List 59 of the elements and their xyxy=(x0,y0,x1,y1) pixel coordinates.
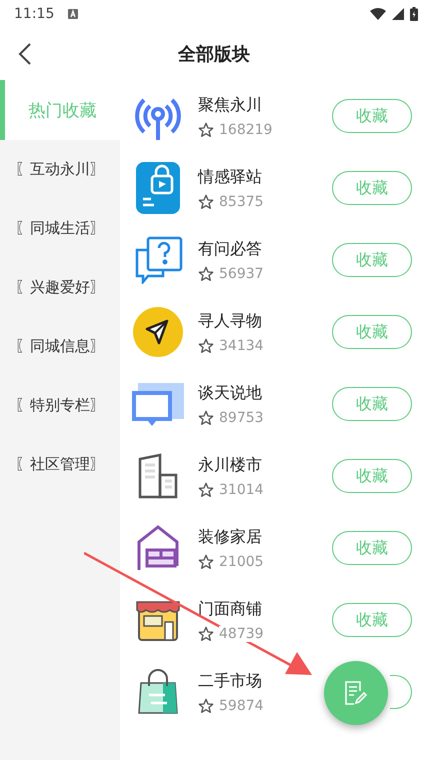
star-icon xyxy=(198,482,214,498)
favorite-button[interactable]: 收藏 xyxy=(332,603,412,637)
sidebar-tab[interactable]: 〖兴趣爱好〗 xyxy=(0,258,120,317)
board-name: 装修家居 xyxy=(198,526,263,548)
favorite-button[interactable]: 收藏 xyxy=(332,171,412,205)
building-icon xyxy=(138,453,178,499)
wifi-icon xyxy=(370,8,386,20)
board-name: 聚焦永川 xyxy=(198,94,263,116)
notification-icon xyxy=(68,9,78,19)
back-icon[interactable] xyxy=(18,42,32,66)
battery-icon xyxy=(410,7,418,21)
favorite-button[interactable]: 收藏 xyxy=(332,243,412,277)
favorite-count: 21005 xyxy=(219,554,264,570)
board-name: 永川楼市 xyxy=(198,454,263,476)
favorite-count: 31014 xyxy=(219,482,264,498)
board-name: 有问必答 xyxy=(198,238,263,260)
sidebar-tab[interactable]: 〖社区管理〗 xyxy=(0,435,120,494)
board-name: 谈天说地 xyxy=(198,382,263,404)
chat-windows-icon xyxy=(132,381,184,427)
sidebar-tab[interactable]: 〖同城生活〗 xyxy=(0,199,120,258)
paper-plane-icon xyxy=(133,307,183,357)
sidebar-tab[interactable]: 〖特别专栏〗 xyxy=(0,376,120,435)
favorite-count: 48739 xyxy=(219,626,264,642)
edit-note-icon xyxy=(344,680,368,706)
favorite-count: 89753 xyxy=(219,410,264,426)
board-name: 寻人寻物 xyxy=(198,310,263,332)
shopping-bag-icon xyxy=(137,669,179,715)
sidebar-tab[interactable]: 热门收藏 xyxy=(0,80,120,140)
star-icon xyxy=(198,554,214,570)
signal-icon xyxy=(392,8,404,20)
question-bubbles-icon xyxy=(133,236,183,284)
star-icon xyxy=(198,266,214,282)
favorite-button[interactable]: 收藏 xyxy=(332,387,412,421)
favorite-count: 59874 xyxy=(219,698,264,714)
favorite-count: 168219 xyxy=(219,122,272,138)
board-name: 二手市场 xyxy=(198,670,263,692)
lock-card-icon xyxy=(136,162,180,214)
favorite-count: 85375 xyxy=(219,194,264,210)
sidebar-tab[interactable]: 〖互动永川〗 xyxy=(0,140,120,199)
star-icon xyxy=(198,338,214,354)
star-icon xyxy=(198,194,214,210)
favorite-button[interactable]: 收藏 xyxy=(332,99,412,133)
page-title: 全部版块 xyxy=(178,43,250,66)
star-icon xyxy=(198,698,214,714)
board-name: 门面商铺 xyxy=(198,598,263,620)
status-time: 11:15 xyxy=(14,6,54,22)
star-icon xyxy=(198,626,214,642)
board-name: 情感驿站 xyxy=(198,166,263,188)
favorite-button[interactable] xyxy=(390,675,412,709)
favorite-count: 56937 xyxy=(219,266,264,282)
favorite-button[interactable]: 收藏 xyxy=(332,315,412,349)
sidebar-tab[interactable]: 〖同城信息〗 xyxy=(0,317,120,376)
house-sofa-icon xyxy=(135,524,181,572)
star-icon xyxy=(198,410,214,426)
favorite-button[interactable]: 收藏 xyxy=(332,531,412,565)
star-icon xyxy=(198,122,214,138)
favorite-button[interactable]: 收藏 xyxy=(332,459,412,493)
compose-button[interactable] xyxy=(324,661,388,725)
favorite-count: 34134 xyxy=(219,338,264,354)
